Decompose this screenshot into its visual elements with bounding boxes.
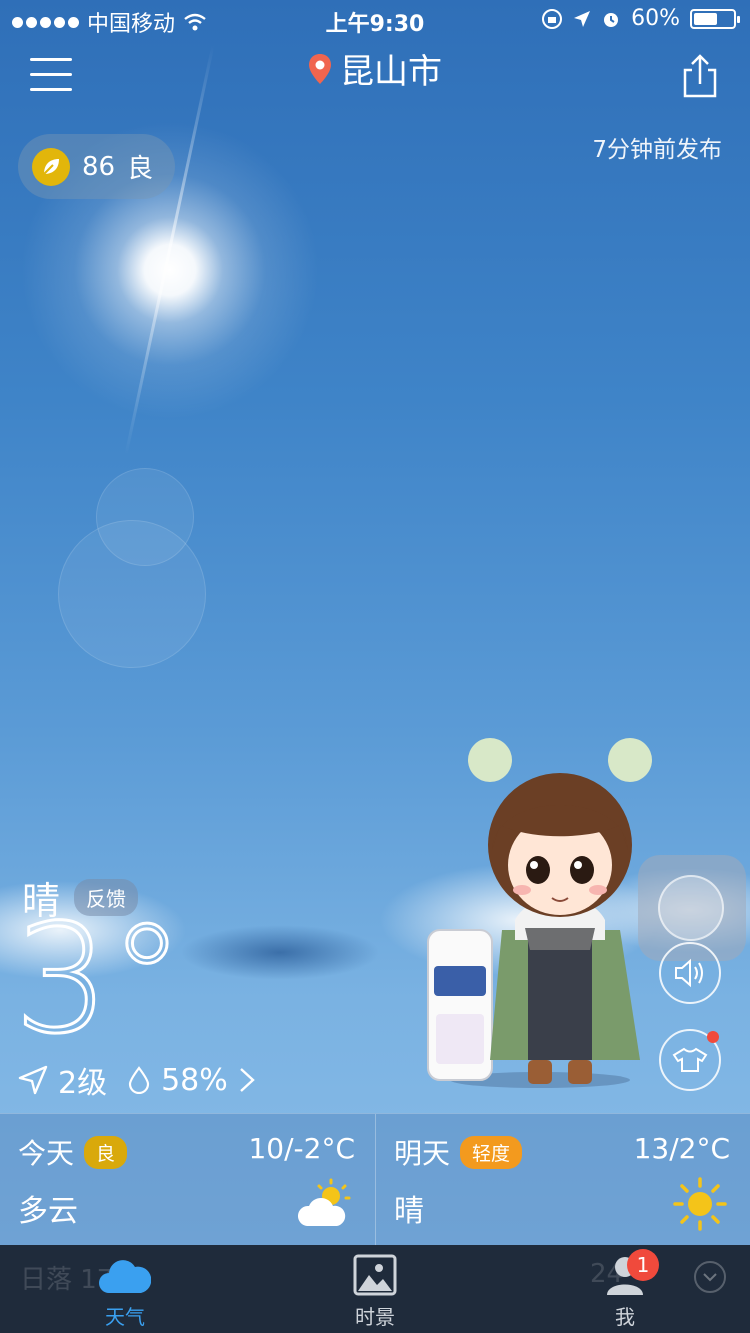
leaf-icon <box>32 147 70 186</box>
aqi-badge: 良 <box>84 1135 128 1169</box>
aqi-badge: 轻度 <box>460 1135 523 1169</box>
lens-flare <box>58 520 206 668</box>
battery-percent: 60% <box>631 6 680 31</box>
current-temperature: 3° <box>12 893 185 1067</box>
forecast-condition: 多云 <box>18 1194 78 1229</box>
status-right: 60% <box>541 6 740 31</box>
mascot-character[interactable] <box>420 730 660 1090</box>
forecast-day: 明天 轻度 <box>394 1132 523 1172</box>
notification-badge: 1 <box>627 1249 659 1281</box>
aqi-level: 良 <box>127 154 154 184</box>
wind-direction-icon <box>18 1065 48 1095</box>
tab-label: 天气 <box>105 1305 145 1329</box>
published-time: 7分钟前发布 <box>592 137 722 163</box>
location-title[interactable]: 昆山市 <box>0 44 750 93</box>
tab-weather[interactable]: 天气 <box>65 1253 185 1330</box>
forecast-tomorrow[interactable]: 明天 轻度 13/2°C 晴 <box>375 1114 750 1246</box>
alarm-icon <box>604 12 619 27</box>
humidity-value: 58% <box>161 1062 228 1098</box>
forecast-day: 今天 良 <box>18 1132 128 1172</box>
battery-icon <box>690 8 740 29</box>
forecast-day-label: 明天 <box>394 1137 451 1170</box>
chevron-down-icon <box>703 1273 717 1282</box>
rotation-lock-icon <box>542 8 563 29</box>
forecast-temp-range: 13/2°C <box>633 1132 730 1165</box>
weather-details[interactable]: 2级 58% <box>18 1058 256 1102</box>
expand-button[interactable] <box>694 1261 726 1293</box>
new-item-dot <box>707 1031 719 1043</box>
wind-level: 2级 <box>58 1066 108 1101</box>
status-bar: 中国移动 上午9:30 60% <box>0 0 750 40</box>
clothes-icon <box>672 1047 708 1072</box>
distant-island <box>180 925 380 980</box>
person-icon: 1 <box>599 1249 659 1297</box>
aqi-pill[interactable]: 86 良 <box>18 134 175 199</box>
forecast-today[interactable]: 今天 良 10/-2°C 多云 <box>0 1114 375 1246</box>
tab-scenes[interactable]: 时景 <box>315 1253 435 1330</box>
location-pin-icon <box>309 53 331 84</box>
dress-up-button[interactable] <box>659 1029 721 1091</box>
tab-me[interactable]: 1 我 <box>565 1249 685 1330</box>
cloud-icon <box>99 1253 152 1297</box>
partly-cloudy-icon <box>297 1178 351 1226</box>
sun-icon <box>673 1177 727 1231</box>
forecast-condition: 晴 <box>394 1194 424 1229</box>
assistive-touch-knob <box>658 875 724 941</box>
chevron-right-icon <box>239 1068 255 1092</box>
forecast-temp-range: 10/-2°C <box>248 1132 355 1165</box>
battery-fill <box>694 12 717 25</box>
photo-icon <box>349 1253 401 1297</box>
tab-bar: 日落 17:2 24 天气 时景 1 我 <box>0 1245 750 1333</box>
city-name: 昆山市 <box>340 52 442 92</box>
speaker-icon <box>675 958 703 988</box>
share-button[interactable] <box>682 54 718 98</box>
forecast-day-label: 今天 <box>18 1137 75 1170</box>
tab-label: 我 <box>615 1305 635 1329</box>
humidity-icon <box>128 1066 150 1094</box>
location-arrow-icon <box>574 10 591 27</box>
tab-label: 时景 <box>355 1305 395 1329</box>
forecast-panel: 今天 良 10/-2°C 多云 明天 轻度 13/2°C 晴 <box>0 1113 750 1246</box>
aqi-value: 86 <box>82 151 116 182</box>
voice-broadcast-button[interactable] <box>659 942 721 1004</box>
